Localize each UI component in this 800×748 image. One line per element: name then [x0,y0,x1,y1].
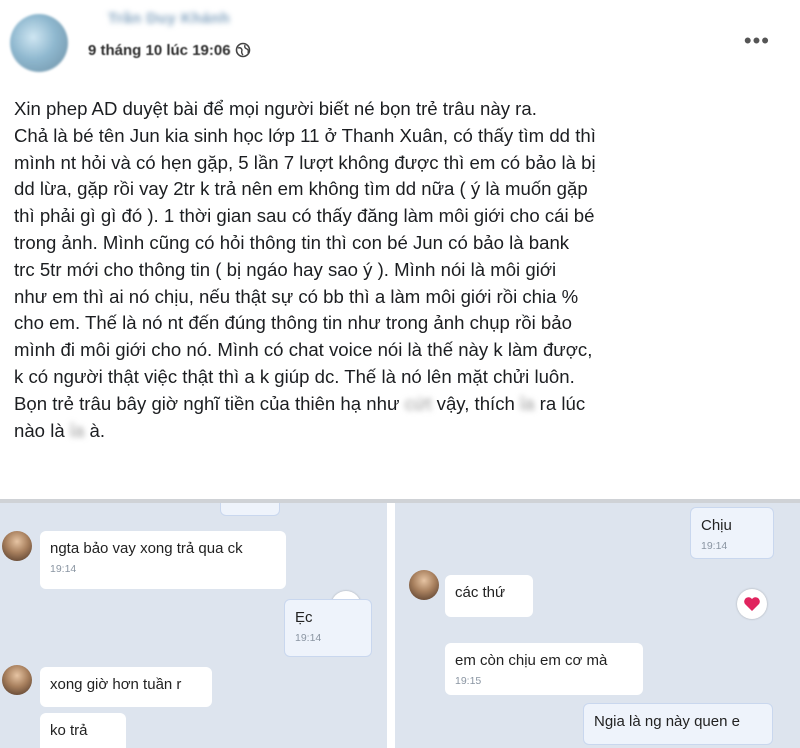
post-line: k có người thật việc thật thì a k giúp d… [14,365,575,387]
message-text: xong giờ hơn tuần r [50,676,182,693]
message-text: các thứ [455,584,506,601]
chat-message: xong giờ hơn tuần r [40,667,212,707]
message-time: 19:14 [50,563,77,575]
post-line: mình đi môi giới cho nó. Mình có chat vo… [14,339,593,361]
previous-message-stub [220,503,280,516]
author-avatar[interactable] [10,14,68,72]
post-line: nào là ỉa à. [14,418,794,445]
chat-screenshot-left[interactable]: ngta bảo vay xong trả qua ck 19:14 Ẹc 19… [0,503,387,748]
post-line: như em thì ai nó chịu, nếu thật sự có bb… [14,285,579,307]
text-segment: ra lúc [534,392,586,414]
message-text: ngta bảo vay xong trả qua ck [50,540,243,557]
chat-message: các thứ [445,575,533,617]
chat-message-mine: Ngia là ng này quen e [583,703,773,745]
post-line: Xin phep AD duyệt bài để mọi người biết … [14,98,537,119]
chat-screenshot-right[interactable]: Chịu 19:14 các thứ em còn chịu em cơ mà … [395,503,800,748]
contact-avatar [2,665,32,695]
text-segment: Bọn trẻ trâu bây giờ nghĩ tiền của thiên… [14,392,405,414]
chat-message: ngta bảo vay xong trả qua ck 19:14 [40,531,286,589]
message-text: Ẹc [295,609,313,626]
contact-avatar [409,570,439,600]
post-meta: 9 tháng 10 lúc 19:06 [88,42,251,62]
post-body: Xin phep AD duyệt bài để mọi người biết … [14,96,794,444]
post-line: cho em. Thế là nó nt đến đúng thông tin … [14,312,572,334]
post-line: mình nt hỏi và có hẹn gặp, 5 lần 7 lượt … [14,151,596,173]
post-date[interactable]: 9 tháng 10 lúc 19:06 [88,42,231,59]
chat-message: em còn chịu em cơ mà 19:15 [445,643,643,695]
post-header: Trần Duy Khánh 9 tháng 10 lúc 19:06 ••• [0,0,800,80]
message-time: 19:14 [701,540,728,552]
post-line: dd lừa, gặp rồi vay 2tr k trả nên em khô… [14,178,588,200]
chat-message: ko trả [40,713,126,748]
post-line: Chả là bé tên Jun kia sinh học lớp 11 ở … [14,124,596,146]
post-line: Bọn trẻ trâu bây giờ nghĩ tiền của thiên… [14,391,794,418]
censored-word: ỉa [520,392,535,414]
post-line: trc 5tr mới cho thông tin ( bị ngáo hay … [14,258,557,280]
message-text: ko trả [50,722,88,739]
text-segment: vậy, thích [431,392,521,414]
message-text: Ngia là ng này quen e [594,713,740,730]
text-segment: nào là [14,419,70,441]
author-name[interactable]: Trần Duy Khánh [108,10,230,27]
censored-word: ỉa [69,419,85,441]
heart-reaction-icon[interactable] [737,589,767,619]
message-text: em còn chịu em cơ mà [455,652,608,669]
contact-avatar [2,531,32,561]
chat-divider [387,503,395,748]
post-line: thì phải gì gì đó ). 1 thời gian sau có … [14,205,595,227]
globe-icon[interactable] [235,42,251,62]
chat-message-mine: Chịu 19:14 [690,507,774,559]
message-time: 19:15 [455,675,482,687]
post-line: trong ảnh. Mình cũng có hỏi thông tin th… [14,231,570,253]
text-segment: à. [84,419,105,441]
message-text: Chịu [701,517,732,534]
censored-word: cứt [404,392,432,414]
chat-message-mine: Ẹc 19:14 [284,599,372,657]
more-options-icon[interactable]: ••• [744,28,770,54]
message-time: 19:14 [295,632,322,644]
